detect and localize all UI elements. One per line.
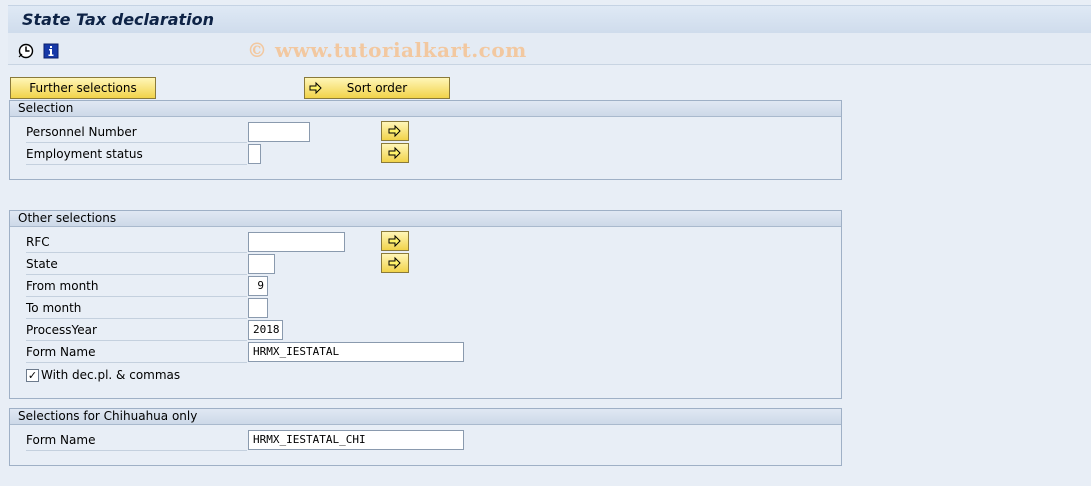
row-divider (26, 142, 247, 143)
execute-clock-icon[interactable] (18, 43, 34, 59)
to-month-label: To month (26, 301, 82, 315)
state-label: State (26, 257, 58, 271)
employment-status-field[interactable] (248, 144, 261, 164)
personnel-number-label: Personnel Number (26, 125, 137, 139)
group-header: Selections for Chihuahua only (10, 409, 841, 425)
selection-group: Selection Personnel Number Employment st… (9, 100, 842, 180)
from-month-label: From month (26, 279, 99, 293)
form-name-field[interactable]: HRMX_IESTATAL (248, 342, 464, 362)
group-header: Other selections (10, 211, 841, 227)
arrow-right-icon (388, 256, 401, 270)
employment-status-multiple-selection-button[interactable] (381, 143, 409, 163)
state-multiple-selection-button[interactable] (381, 253, 409, 273)
chihuahua-selections-group: Selections for Chihuahua only Form Name … (9, 408, 842, 466)
chihuahua-form-name-field[interactable]: HRMX_IESTATAL_CHI (248, 430, 464, 450)
page-title: State Tax declaration (22, 10, 215, 29)
rfc-label: RFC (26, 235, 50, 249)
row-divider (26, 252, 247, 253)
row-divider (26, 274, 247, 275)
personnel-number-field[interactable] (248, 122, 310, 142)
application-toolbar (8, 33, 1091, 65)
arrow-right-icon (309, 81, 322, 95)
employment-status-label: Employment status (26, 147, 143, 161)
further-selections-label: Further selections (29, 81, 137, 95)
row-divider (26, 340, 247, 341)
arrow-right-icon (388, 146, 401, 160)
process-year-field[interactable]: 2018 (248, 320, 283, 340)
info-icon[interactable] (43, 43, 59, 59)
row-divider (26, 296, 247, 297)
chihuahua-form-name-label: Form Name (26, 433, 96, 447)
personnel-number-multiple-selection-button[interactable] (381, 121, 409, 141)
state-field[interactable] (248, 254, 275, 274)
other-selections-group: Other selections RFC State From month 9 … (9, 210, 842, 399)
title-bar: State Tax declaration (8, 5, 1091, 33)
row-divider (26, 362, 247, 363)
rfc-multiple-selection-button[interactable] (381, 231, 409, 251)
group-header: Selection (10, 101, 841, 117)
watermark-text: © www.tutorialkart.com (247, 38, 527, 62)
from-month-field[interactable]: 9 (248, 276, 268, 296)
to-month-field[interactable] (248, 298, 268, 318)
dec-commas-checkbox[interactable]: ✓ (26, 369, 39, 382)
further-selections-button[interactable]: Further selections (10, 77, 156, 99)
rfc-field[interactable] (248, 232, 345, 252)
sort-order-label: Sort order (346, 81, 408, 95)
sort-order-button[interactable]: Sort order (304, 77, 450, 99)
arrow-right-icon (388, 124, 401, 138)
row-divider (26, 450, 247, 451)
form-name-label: Form Name (26, 345, 96, 359)
row-divider (26, 318, 247, 319)
arrow-right-icon (388, 234, 401, 248)
process-year-label: ProcessYear (26, 323, 97, 337)
dec-commas-label: With dec.pl. & commas (41, 368, 181, 382)
row-divider (26, 164, 247, 165)
